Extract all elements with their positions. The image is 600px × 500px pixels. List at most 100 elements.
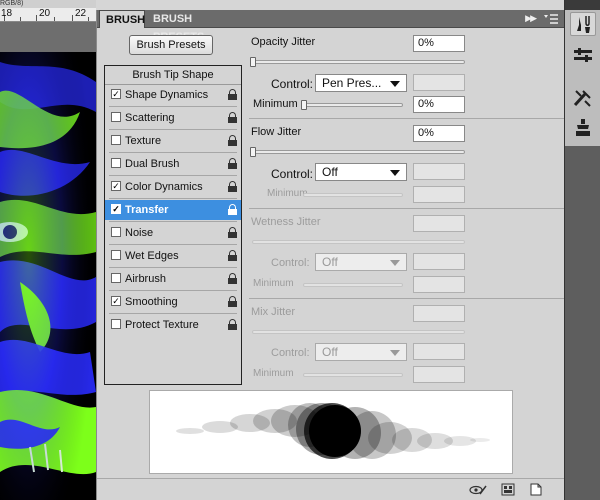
checkbox-scattering[interactable] xyxy=(111,112,121,123)
lock-icon[interactable] xyxy=(228,204,237,215)
panel-menu-icon[interactable] xyxy=(543,12,559,25)
option-smoothing[interactable]: ✓ Smoothing xyxy=(105,292,241,312)
chevron-down-icon xyxy=(390,81,400,87)
lock-icon[interactable] xyxy=(228,158,237,169)
lock-icon[interactable] xyxy=(228,112,237,123)
option-label: Scattering xyxy=(125,112,175,124)
option-protect-texture[interactable]: Protect Texture xyxy=(105,315,241,335)
option-color-dynamics[interactable]: ✓ Color Dynamics xyxy=(105,177,241,197)
divider xyxy=(249,208,565,209)
brush-presets-button[interactable]: Brush Presets xyxy=(129,35,213,55)
toggle-live-tip-icon[interactable] xyxy=(469,483,487,496)
chevron-down-icon xyxy=(390,170,400,176)
opacity-jitter-slider-thumb[interactable] xyxy=(250,57,256,67)
document-tab-title[interactable]: RGB/8) xyxy=(0,0,96,8)
lock-icon[interactable] xyxy=(228,135,237,146)
wetness-jitter-input xyxy=(413,215,465,232)
mix-minimum-label: Minimum xyxy=(253,368,294,379)
opacity-minimum-input[interactable]: 0% xyxy=(413,96,465,113)
mix-control-aux-field xyxy=(413,343,465,360)
divider xyxy=(109,313,237,314)
option-transfer[interactable]: ✓ Transfer xyxy=(105,200,241,220)
opacity-minimum-slider[interactable] xyxy=(303,103,403,107)
lock-icon[interactable] xyxy=(228,250,237,261)
brush-panel-icon[interactable] xyxy=(570,12,596,36)
ruler-label-18: 18 xyxy=(1,8,13,19)
divider xyxy=(109,106,237,107)
brush-presets-icon[interactable] xyxy=(570,44,596,68)
checkbox-airbrush[interactable] xyxy=(111,273,121,284)
checkbox-wet-edges[interactable] xyxy=(111,250,121,261)
brush-panel: BRUSH BRUSH PRESETS ▶▶ Brush Presets Bru… xyxy=(96,10,565,500)
option-airbrush[interactable]: Airbrush xyxy=(105,269,241,289)
flow-minimum-input xyxy=(413,186,465,203)
tool-presets-icon[interactable] xyxy=(570,86,596,110)
checkbox-dual-brush[interactable] xyxy=(111,158,121,169)
checkbox-texture[interactable] xyxy=(111,135,121,146)
ruler-label-22: 22 xyxy=(75,8,87,19)
lock-icon[interactable] xyxy=(228,89,237,100)
mix-jitter-label: Mix Jitter xyxy=(251,306,295,318)
flow-control-value: Off xyxy=(322,165,338,179)
checkbox-smoothing[interactable]: ✓ xyxy=(111,296,121,307)
option-label: Protect Texture xyxy=(125,319,199,331)
option-label: Texture xyxy=(125,135,162,147)
opacity-jitter-slider[interactable] xyxy=(252,60,465,64)
checkbox-shape-dynamics[interactable]: ✓ xyxy=(111,89,121,100)
option-dual-brush[interactable]: Dual Brush xyxy=(105,154,241,174)
mix-minimum-slider xyxy=(303,373,403,377)
canvas-gutter xyxy=(0,22,96,52)
mix-minimum-input xyxy=(413,366,465,383)
option-label: Noise xyxy=(125,227,154,239)
clone-source-icon[interactable] xyxy=(570,116,596,140)
option-noise[interactable]: Noise xyxy=(105,223,241,243)
flow-jitter-slider[interactable] xyxy=(252,150,465,154)
flow-jitter-label: Flow Jitter xyxy=(251,126,302,138)
ruler-tick xyxy=(20,17,21,21)
brush-tip-shape-item[interactable]: Brush Tip Shape xyxy=(105,66,241,85)
divider xyxy=(249,298,565,299)
checkbox-noise[interactable] xyxy=(111,227,121,238)
opacity-jitter-input[interactable]: 0% xyxy=(413,35,465,52)
divider xyxy=(109,175,237,176)
opacity-control-dropdown[interactable]: Pen Pres... xyxy=(315,74,407,92)
option-wet-edges[interactable]: Wet Edges xyxy=(105,246,241,266)
create-preset-icon[interactable] xyxy=(501,483,515,496)
wetness-minimum-slider xyxy=(303,283,403,287)
lock-icon[interactable] xyxy=(228,181,237,192)
mix-control-value: Off xyxy=(322,345,338,359)
panel-dock xyxy=(564,0,600,500)
wetness-control-label: Control: xyxy=(271,257,310,269)
option-label: Shape Dynamics xyxy=(125,89,209,101)
tab-brush[interactable]: BRUSH xyxy=(99,10,145,28)
flow-jitter-slider-thumb[interactable] xyxy=(250,147,256,157)
divider xyxy=(109,290,237,291)
mix-jitter-slider xyxy=(252,330,465,334)
flow-jitter-input[interactable]: 0% xyxy=(413,125,465,142)
lock-icon[interactable] xyxy=(228,227,237,238)
tab-brush-presets[interactable]: BRUSH PRESETS xyxy=(147,10,243,43)
flow-control-dropdown[interactable]: Off xyxy=(315,163,407,181)
expand-arrows-icon[interactable]: ▶▶ xyxy=(525,13,537,24)
dock-header xyxy=(565,0,600,10)
flow-minimum-label: Minimum xyxy=(267,188,308,199)
checkbox-color-dynamics[interactable]: ✓ xyxy=(111,181,121,192)
option-texture[interactable]: Texture xyxy=(105,131,241,151)
opacity-minimum-slider-thumb[interactable] xyxy=(301,100,307,110)
divider xyxy=(109,221,237,222)
option-scattering[interactable]: Scattering xyxy=(105,108,241,128)
option-shape-dynamics[interactable]: ✓ Shape Dynamics xyxy=(105,85,241,105)
wetness-control-value: Off xyxy=(322,255,338,269)
new-preset-icon[interactable] xyxy=(529,483,543,496)
lock-icon[interactable] xyxy=(228,319,237,330)
divider xyxy=(109,152,237,153)
lock-icon[interactable] xyxy=(228,296,237,307)
ruler-tick xyxy=(88,17,89,21)
ruler-tick xyxy=(72,15,73,21)
checkbox-transfer[interactable]: ✓ xyxy=(111,204,121,215)
option-label: Dual Brush xyxy=(125,158,180,170)
lock-icon[interactable] xyxy=(228,273,237,284)
checkbox-protect-texture[interactable] xyxy=(111,319,121,330)
tiger-artwork-image[interactable] xyxy=(0,52,96,500)
ruler-tick xyxy=(54,17,55,21)
